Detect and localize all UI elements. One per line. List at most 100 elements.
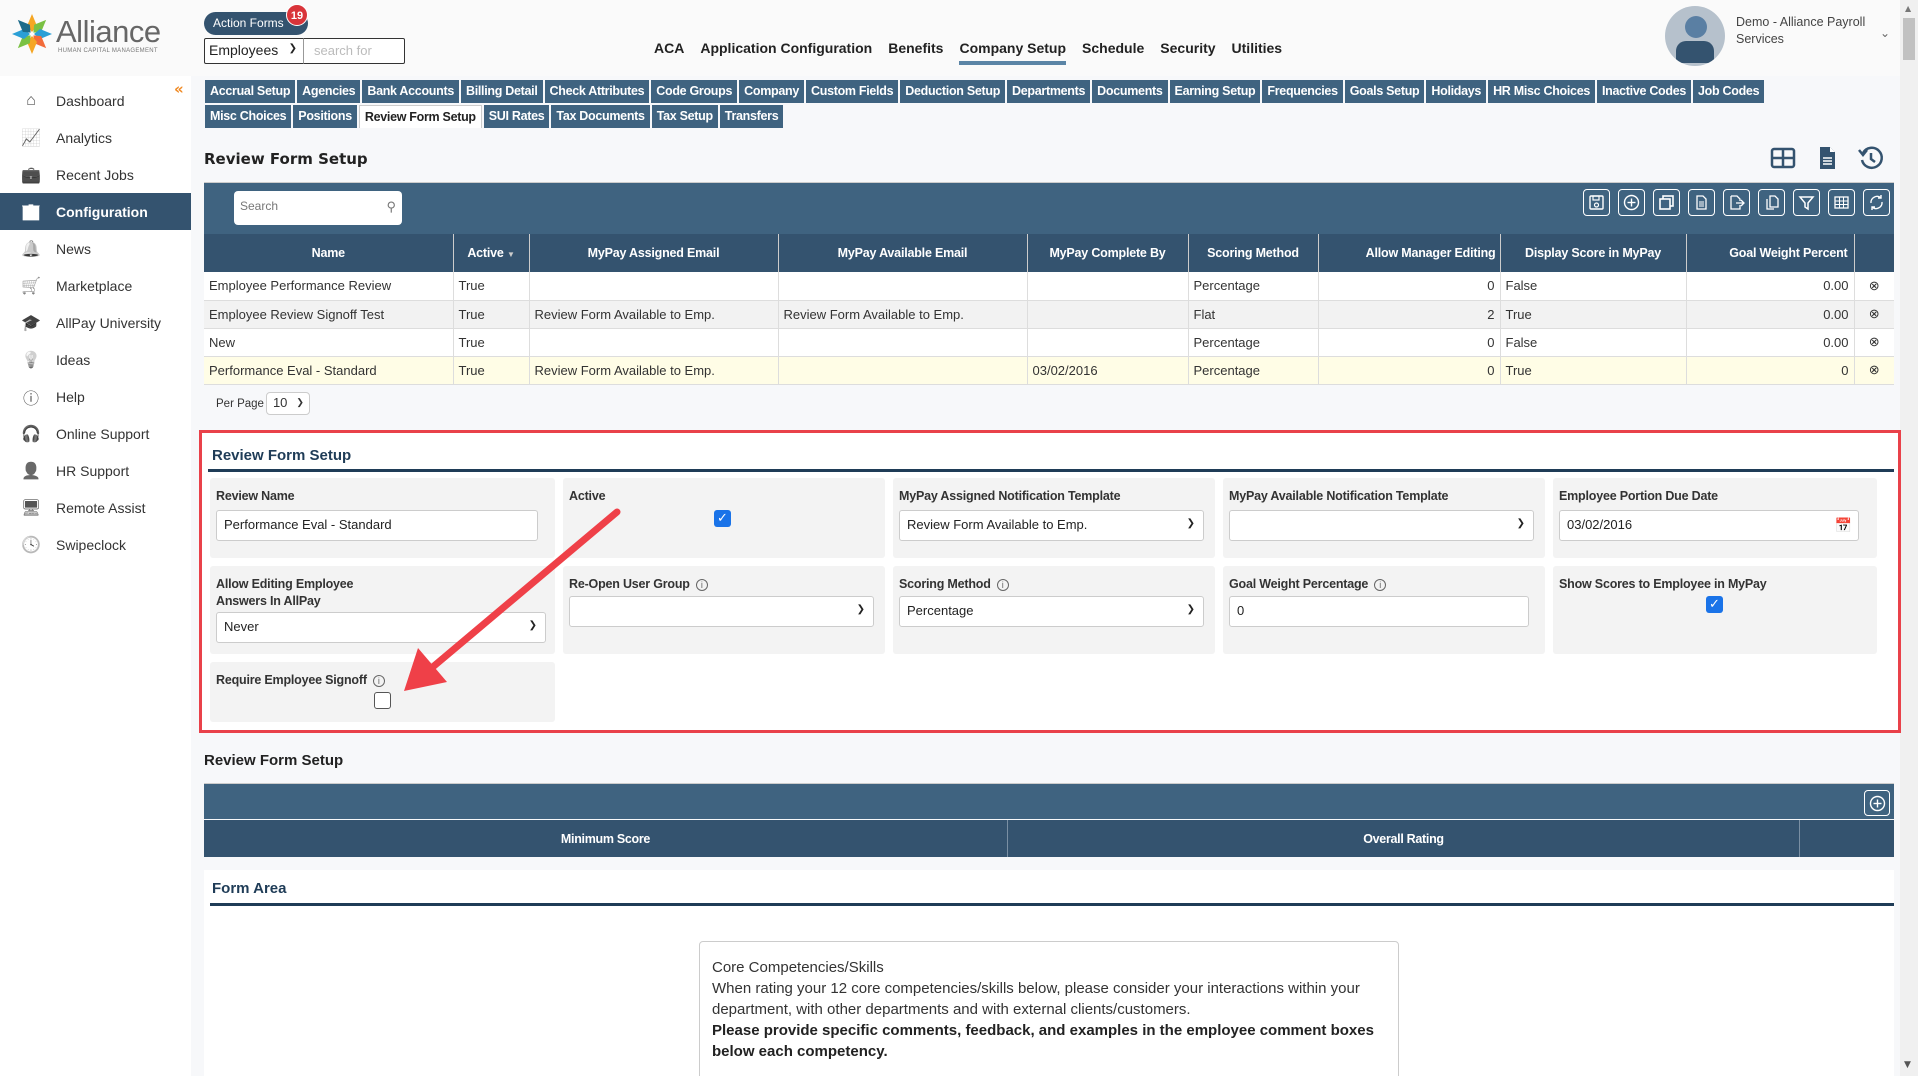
top-nav-security[interactable]: Security	[1160, 40, 1215, 65]
document-icon[interactable]	[1814, 145, 1840, 171]
grid-search-input[interactable]: Search ⚲	[234, 191, 402, 225]
col-overall-rating[interactable]: Overall Rating	[1008, 820, 1800, 857]
tab-accrual-setup[interactable]: Accrual Setup	[205, 80, 296, 103]
duplicate-button[interactable]	[1653, 189, 1680, 216]
tab-frequencies[interactable]: Frequencies	[1262, 80, 1343, 103]
user-menu-chevron-icon[interactable]: ⌄	[1880, 26, 1890, 40]
history-icon[interactable]	[1858, 145, 1884, 171]
allow-editing-select[interactable]: Never ❯	[216, 612, 546, 643]
col-goal-weight[interactable]: Goal Weight Percent	[1686, 234, 1855, 272]
top-nav-benefits[interactable]: Benefits	[888, 40, 943, 65]
info-icon[interactable]: i	[372, 675, 385, 687]
sidebar-item-hr-support[interactable]: 👤 HR Support	[0, 452, 191, 489]
sidebar-item-allpay-university[interactable]: 🎓 AllPay University	[0, 304, 191, 341]
tab-goals-setup[interactable]: Goals Setup	[1344, 80, 1425, 103]
tab-review-form-setup[interactable]: Review Form Setup	[358, 105, 482, 128]
scroll-up-arrow-icon[interactable]: ▲	[1905, 4, 1911, 13]
tab-billing-detail[interactable]: Billing Detail	[460, 80, 543, 103]
sidebar-item-help[interactable]: ⓘ Help	[0, 378, 191, 415]
report-button[interactable]	[1688, 189, 1715, 216]
per-page-select[interactable]: 10 ❯	[265, 392, 310, 415]
tab-holidays[interactable]: Holidays	[1426, 80, 1487, 103]
show-scores-checkbox[interactable]: ✓	[1706, 596, 1723, 613]
info-icon[interactable]: i	[1374, 579, 1387, 591]
sidebar-item-marketplace[interactable]: 🛒 Marketplace	[0, 267, 191, 304]
alliance-logo[interactable]: Alliance HUMAN CAPITAL MANAGEMENT	[10, 12, 170, 60]
delete-row-icon[interactable]: ⊗	[1854, 300, 1894, 329]
top-nav-application-configuration[interactable]: Application Configuration	[700, 40, 872, 65]
require-signoff-checkbox[interactable]	[374, 692, 391, 709]
tab-positions[interactable]: Positions	[293, 105, 357, 128]
add-rating-button[interactable]	[1864, 790, 1890, 816]
tab-sui-rates[interactable]: SUI Rates	[483, 105, 550, 128]
col-assigned-email[interactable]: MyPay Assigned Email	[529, 234, 779, 272]
tab-misc-choices[interactable]: Misc Choices	[205, 105, 292, 128]
tab-documents[interactable]: Documents	[1092, 80, 1168, 103]
scroll-thumb[interactable]	[1903, 18, 1915, 60]
tab-check-attributes[interactable]: Check Attributes	[544, 80, 650, 103]
sidebar-item-online-support[interactable]: 🎧 Online Support	[0, 415, 191, 452]
tab-hr-misc-choices[interactable]: HR Misc Choices	[1488, 80, 1595, 103]
tab-custom-fields[interactable]: Custom Fields	[806, 80, 899, 103]
tab-company[interactable]: Company	[739, 80, 804, 103]
top-nav-utilities[interactable]: Utilities	[1232, 40, 1283, 65]
reopen-group-select[interactable]: ❯	[569, 596, 874, 627]
due-date-input[interactable]: 03/02/2016 📅	[1559, 510, 1859, 541]
col-available-email[interactable]: MyPay Available Email	[778, 234, 1028, 272]
tab-bank-accounts[interactable]: Bank Accounts	[362, 80, 459, 103]
table-row[interactable]: New True Percentage 0 False 0.00 ⊗	[204, 328, 1894, 357]
review-name-input[interactable]: Performance Eval - Standard	[216, 510, 538, 541]
top-nav-aca[interactable]: ACA	[654, 40, 684, 65]
tab-deduction-setup[interactable]: Deduction Setup	[900, 80, 1006, 103]
tab-inactive-codes[interactable]: Inactive Codes	[1597, 80, 1692, 103]
sidebar-item-recent-jobs[interactable]: 💼 Recent Jobs	[0, 156, 191, 193]
tab-tax-setup[interactable]: Tax Setup	[651, 105, 718, 128]
tab-job-codes[interactable]: Job Codes	[1693, 80, 1765, 103]
filter-button[interactable]	[1793, 189, 1820, 216]
scoring-method-select[interactable]: Percentage ❯	[899, 596, 1204, 627]
active-checkbox[interactable]: ✓	[714, 510, 731, 527]
col-display-score[interactable]: Display Score in MyPay	[1500, 234, 1687, 272]
delete-row-icon[interactable]: ⊗	[1854, 272, 1894, 301]
tab-departments[interactable]: Departments	[1007, 80, 1091, 103]
save-button[interactable]	[1583, 189, 1610, 216]
sidebar-item-analytics[interactable]: 📈 Analytics	[0, 119, 191, 156]
info-icon[interactable]: i	[695, 579, 708, 591]
assigned-template-select[interactable]: Review Form Available to Emp. ❯	[899, 510, 1204, 541]
grid-layout-icon[interactable]	[1770, 145, 1796, 171]
table-row[interactable]: Employee Review Signoff Test True Review F…	[204, 300, 1894, 329]
col-complete-by[interactable]: MyPay Complete By	[1027, 234, 1189, 272]
col-scoring-method[interactable]: Scoring Method	[1188, 234, 1319, 272]
user-avatar[interactable]	[1665, 6, 1725, 66]
scroll-down-arrow-icon[interactable]: ▼	[1904, 1060, 1911, 1070]
col-manager-editing[interactable]: Allow Manager Editing	[1318, 234, 1501, 272]
user-name[interactable]: Demo - Alliance Payroll Services	[1736, 14, 1876, 48]
available-template-select[interactable]: ❯	[1229, 510, 1534, 541]
tab-agencies[interactable]: Agencies	[297, 80, 361, 103]
col-name[interactable]: Name	[204, 234, 454, 272]
refresh-button[interactable]	[1863, 189, 1890, 216]
sidebar-item-news[interactable]: 🔔 News	[0, 230, 191, 267]
columns-button[interactable]	[1828, 189, 1855, 216]
copy-button[interactable]	[1758, 189, 1785, 216]
info-icon[interactable]: i	[996, 579, 1009, 591]
add-button[interactable]	[1618, 189, 1645, 216]
export-button[interactable]	[1723, 189, 1750, 216]
tab-earning-setup[interactable]: Earning Setup	[1169, 80, 1261, 103]
table-row[interactable]: Performance Eval - Standard True Review Fo…	[204, 356, 1894, 385]
tab-tax-documents[interactable]: Tax Documents	[551, 105, 650, 128]
goal-weight-input[interactable]: 0	[1229, 596, 1529, 627]
global-search-input[interactable]: search for	[303, 38, 405, 64]
delete-row-icon[interactable]: ⊗	[1854, 328, 1894, 357]
search-scope-select[interactable]: Employees ❯	[204, 38, 304, 64]
tab-code-groups[interactable]: Code Groups	[651, 80, 738, 103]
top-nav-company-setup[interactable]: Company Setup	[959, 40, 1067, 65]
col-active[interactable]: Active ▼	[453, 234, 530, 272]
table-row[interactable]: Employee Performance Review True Percentag…	[204, 272, 1894, 301]
sidebar-item-swipeclock[interactable]: 🕓 Swipeclock	[0, 526, 191, 563]
sidebar-item-configuration[interactable]: 🏢 Configuration	[0, 193, 191, 230]
delete-row-icon[interactable]: ⊗	[1854, 356, 1894, 385]
tab-transfers[interactable]: Transfers	[719, 105, 784, 128]
top-nav-schedule[interactable]: Schedule	[1082, 40, 1144, 65]
page-scrollbar[interactable]: ▲ ▼	[1900, 0, 1918, 1076]
